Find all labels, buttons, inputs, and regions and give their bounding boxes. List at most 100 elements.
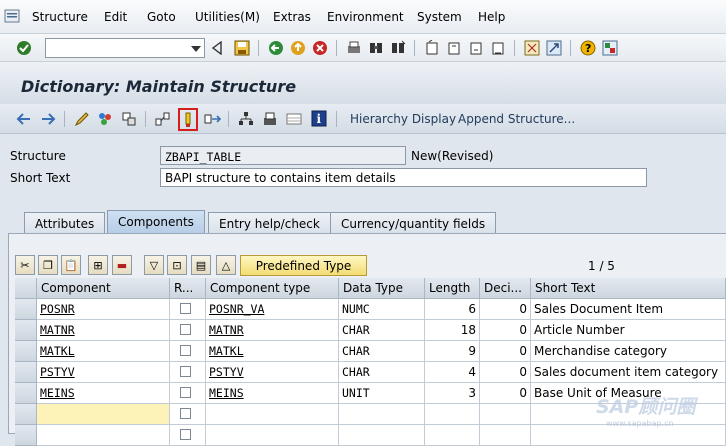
cell-length[interactable]: 9 [425,341,480,362]
cell-short-text[interactable]: Sales document item category [531,362,726,383]
filter-button[interactable]: ▽ [144,255,164,275]
tab-components[interactable]: Components [107,210,205,234]
append-structure-button[interactable]: Append Structure... [458,112,575,126]
next-page-icon[interactable] [468,40,484,56]
cell-ref-checkbox[interactable] [170,362,206,383]
cell-short-text[interactable] [531,425,726,446]
tab-entry-help-check[interactable]: Entry help/check [208,212,331,234]
ref-checkbox[interactable] [180,303,191,314]
cell-component-type[interactable] [206,404,339,425]
tab-attributes[interactable]: Attributes [24,212,106,234]
cell-decimals[interactable]: 0 [480,362,531,383]
cell-component-type[interactable]: MATKL [206,341,339,362]
cell-component-type[interactable]: MATNR [206,320,339,341]
cell-decimals[interactable] [480,425,531,446]
last-page-icon[interactable] [490,40,506,56]
cell-data-type[interactable]: CHAR [339,341,425,362]
command-field[interactable] [45,38,205,58]
menu-structure[interactable]: Structure [32,10,88,24]
help-icon[interactable]: ? [580,40,596,56]
col-header-component-type[interactable]: Component type [206,278,339,299]
col-header-short-text[interactable]: Short Text [531,278,726,299]
table-view-icon[interactable] [286,111,302,127]
cancel-icon[interactable] [312,40,328,56]
chevron-down-icon[interactable] [191,46,201,52]
cell-decimals[interactable]: 0 [480,320,531,341]
save-icon[interactable] [234,40,250,56]
arrow-right-icon[interactable] [40,112,56,126]
find-next-icon[interactable] [390,40,406,56]
cell-component[interactable] [37,425,170,446]
ref-checkbox[interactable] [180,387,191,398]
where-used-icon[interactable] [155,111,171,127]
cell-ref-checkbox[interactable] [170,299,206,320]
menu-environment[interactable]: Environment [327,10,404,24]
sap-menu-icon[interactable] [4,8,20,24]
menu-goto[interactable]: Goto [147,10,176,24]
other-object-icon[interactable] [121,111,137,127]
details-button[interactable]: ▤ [191,255,211,275]
activate-icon[interactable] [97,111,113,127]
first-page-icon[interactable] [424,40,440,56]
col-header-ref[interactable]: R... [170,278,206,299]
ref-checkbox[interactable] [180,429,191,440]
cell-length[interactable]: 18 [425,320,480,341]
enter-checkmark-icon[interactable] [16,40,32,56]
cell-component-type[interactable]: POSNR_VA [206,299,339,320]
cell-decimals[interactable]: 0 [480,299,531,320]
insert-row-button[interactable]: ⊞ [88,255,108,275]
cell-data-type[interactable] [339,404,425,425]
cell-length[interactable]: 6 [425,299,480,320]
menu-help[interactable]: Help [478,10,505,24]
cell-data-type[interactable]: UNIT [339,383,425,404]
row-selector[interactable] [15,320,37,341]
cell-ref-checkbox[interactable] [170,404,206,425]
previous-page-icon[interactable] [446,40,462,56]
cell-component-type[interactable]: PSTYV [206,362,339,383]
menu-system[interactable]: System [417,10,462,24]
cell-short-text[interactable]: Sales Document Item [531,299,726,320]
hierarchy-display-button[interactable]: Hierarchy Display [350,112,456,126]
col-header-length[interactable]: Length [425,278,480,299]
paste-button[interactable]: 📋 [61,255,81,275]
copy-button[interactable]: ❐ [38,255,58,275]
cell-length[interactable]: 3 [425,383,480,404]
display-change-pencil-icon[interactable] [74,111,90,127]
navigate-icon[interactable] [204,111,222,127]
customize-layout-icon[interactable] [602,40,618,56]
cell-short-text[interactable]: Article Number [531,320,726,341]
cell-ref-checkbox[interactable] [170,383,206,404]
cell-component[interactable]: PSTYV [37,362,170,383]
cell-component[interactable] [37,404,170,425]
menu-utilities[interactable]: Utilities(M) [195,10,260,24]
print-icon[interactable] [346,40,362,56]
row-selector[interactable] [15,404,37,425]
back-icon[interactable] [268,40,284,56]
cell-component[interactable]: POSNR [37,299,170,320]
row-selector[interactable] [15,299,37,320]
print-structure-icon[interactable] [262,111,278,127]
col-header-decimals[interactable]: Deci... [480,278,531,299]
new-session-icon[interactable] [524,40,540,56]
row-selector[interactable] [15,425,37,446]
select-all-button[interactable]: ⊡ [167,255,187,275]
row-selector[interactable] [15,362,37,383]
cell-length[interactable] [425,404,480,425]
cell-data-type[interactable]: CHAR [339,362,425,383]
ref-checkbox[interactable] [180,324,191,335]
cell-component[interactable]: MATKL [37,341,170,362]
cell-ref-checkbox[interactable] [170,341,206,362]
shortcut-icon[interactable] [546,40,562,56]
row-selector[interactable] [15,383,37,404]
back-triangle-icon[interactable] [211,41,223,55]
ref-checkbox[interactable] [180,366,191,377]
menu-extras[interactable]: Extras [273,10,311,24]
ref-checkbox[interactable] [180,408,191,419]
cell-component[interactable]: MATNR [37,320,170,341]
delete-row-button[interactable]: ▬ [112,255,132,275]
cell-length[interactable]: 4 [425,362,480,383]
cell-decimals[interactable]: 0 [480,341,531,362]
hierarchy-tree-icon[interactable] [238,111,254,127]
ref-checkbox[interactable] [180,345,191,356]
cell-decimals[interactable]: 0 [480,383,531,404]
